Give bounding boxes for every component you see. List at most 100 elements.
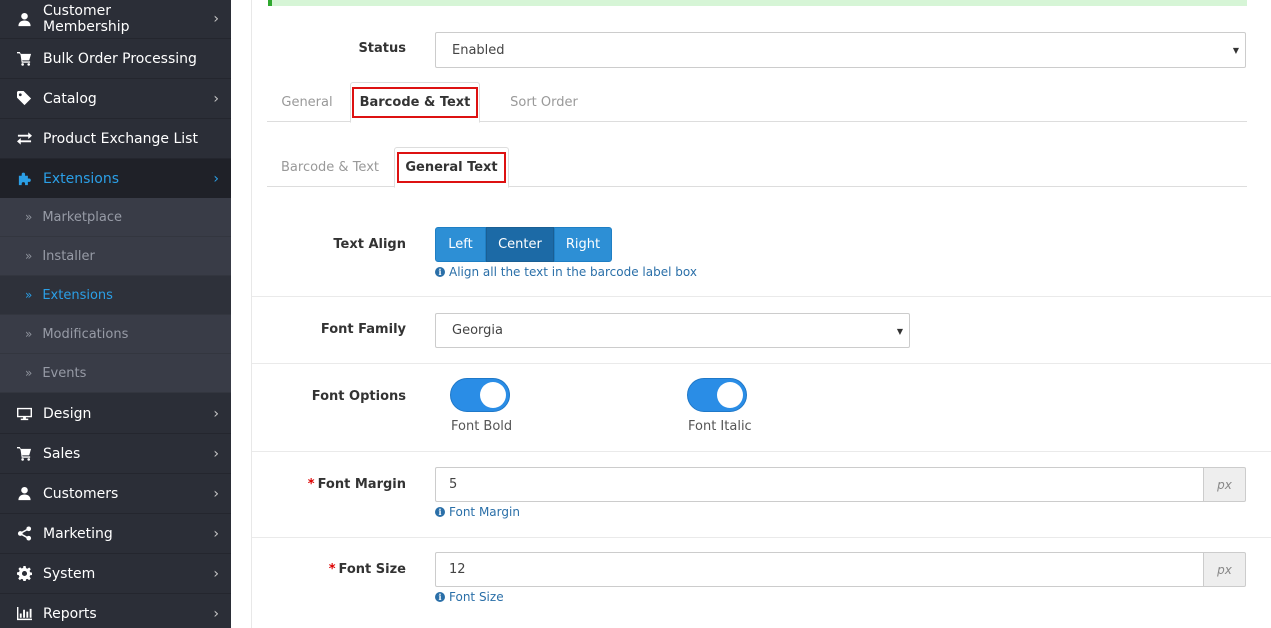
sidebar-subitem-label: Marketplace (42, 209, 123, 225)
font-margin-help: i Font Margin (435, 505, 520, 519)
monitor-icon (16, 406, 32, 422)
sidebar-item-label: Customers (43, 485, 119, 502)
sidebar-subitem-extensions[interactable]: » Extensions (0, 276, 231, 315)
font-margin-label-text: Font Margin (317, 477, 406, 492)
font-margin-label: * Font Margin (252, 477, 406, 492)
text-align-help-text: Align all the text in the barcode label … (449, 265, 697, 279)
sidebar-item-design[interactable]: Design › (0, 394, 231, 434)
info-icon: i (435, 267, 445, 277)
sidebar-item-catalog[interactable]: Catalog › (0, 79, 231, 119)
font-size-input-group: 12 px (435, 552, 1246, 587)
sidebar-subitem-modifications[interactable]: » Modifications (0, 315, 231, 354)
sub-tabs: Barcode & Text General Text (267, 147, 1247, 188)
sidebar-item-reports[interactable]: Reports › (0, 594, 231, 628)
tab-general[interactable]: General (267, 82, 347, 122)
status-select-value: Enabled (452, 42, 505, 58)
tab-barcode-text-label: Barcode & Text (351, 87, 479, 118)
sidebar-subitem-label: Extensions (42, 287, 113, 303)
required-asterisk: * (307, 477, 315, 492)
sidebar-subitem-installer[interactable]: » Installer (0, 237, 231, 276)
sidebar-item-label: Customer Membership (43, 3, 130, 35)
sidebar-item-marketing[interactable]: Marketing › (0, 514, 231, 554)
sidebar-subitem-events[interactable]: » Events (0, 354, 231, 393)
info-icon: i (435, 507, 445, 517)
sidebar-item-customer-membership[interactable]: Customer Membership › (0, 0, 231, 39)
puzzle-icon (16, 171, 32, 187)
success-alert (268, 0, 1247, 6)
sidebar-item-label: Product Exchange List (43, 130, 198, 147)
subtab-barcode-text[interactable]: Barcode & Text (267, 147, 393, 187)
sidebar-item-label: Bulk Order Processing (43, 50, 197, 67)
main-tabs: General Barcode & Text Sort Order (267, 82, 1247, 123)
share-icon (16, 526, 32, 542)
sidebar-subitem-label: Installer (42, 248, 95, 264)
align-left-button[interactable]: Left (435, 227, 486, 262)
chevron-down-icon: › (213, 170, 219, 187)
subtab-general-text-label: General Text (397, 152, 506, 183)
row-divider (252, 363, 1271, 364)
user-icon (16, 11, 32, 27)
subtab-general-text[interactable]: General Text (394, 147, 509, 188)
double-chevron-icon: » (25, 327, 33, 341)
double-chevron-icon: » (25, 288, 33, 302)
sidebar-item-bulk-order-processing[interactable]: Bulk Order Processing (0, 39, 231, 79)
double-chevron-icon: » (25, 366, 33, 380)
align-right-button[interactable]: Right (554, 227, 612, 262)
sidebar-item-product-exchange-list[interactable]: Product Exchange List (0, 119, 231, 159)
font-italic-toggle[interactable] (687, 378, 747, 412)
sidebar-item-label: System (43, 565, 96, 582)
row-divider (252, 451, 1271, 452)
sidebar-item-customers[interactable]: Customers › (0, 474, 231, 514)
font-size-input[interactable]: 12 (435, 552, 1204, 587)
font-family-label: Font Family (320, 322, 406, 337)
info-icon: i (435, 592, 445, 602)
exchange-icon (16, 131, 32, 147)
sidebar-item-system[interactable]: System › (0, 554, 231, 594)
double-chevron-icon: » (25, 210, 33, 224)
double-chevron-icon: » (25, 249, 33, 263)
font-size-label-text: Font Size (338, 562, 406, 577)
sidebar: Customer Membership › Bulk Order Process… (0, 0, 231, 628)
font-margin-input-group: 5 px (435, 467, 1246, 502)
font-size-help-text: Font Size (449, 590, 504, 604)
row-divider (252, 296, 1271, 297)
chevron-right-icon: › (213, 445, 219, 462)
font-bold-label: Font Bold (451, 419, 513, 434)
bar-chart-icon (16, 606, 32, 622)
font-family-select[interactable]: Georgia ▼ (435, 313, 910, 348)
font-margin-input[interactable]: 5 (435, 467, 1204, 502)
font-margin-help-text: Font Margin (449, 505, 520, 519)
chevron-right-icon: › (213, 90, 219, 107)
user-icon (16, 486, 32, 502)
sidebar-item-label: Extensions (43, 170, 120, 187)
toggle-knob (717, 382, 743, 408)
sidebar-subitem-label: Events (42, 365, 87, 381)
align-center-button[interactable]: Center (486, 227, 554, 262)
chevron-right-icon: › (213, 485, 219, 502)
caret-down-icon: ▼ (1232, 46, 1239, 55)
tab-sort-order[interactable]: Sort Order (492, 82, 596, 122)
chevron-right-icon: › (213, 405, 219, 422)
tag-icon (16, 91, 32, 107)
sidebar-item-label: Sales (43, 445, 81, 462)
sidebar-item-sales[interactable]: Sales › (0, 434, 231, 474)
text-align-label: Text Align (333, 237, 406, 252)
chevron-right-icon: › (213, 11, 219, 27)
font-bold-toggle[interactable] (450, 378, 510, 412)
chevron-right-icon: › (213, 565, 219, 582)
chevron-right-icon: › (213, 605, 219, 622)
caret-down-icon: ▼ (896, 327, 903, 336)
sidebar-item-label: Reports (43, 605, 97, 622)
font-family-select-value: Georgia (452, 323, 503, 338)
toggle-knob (480, 382, 506, 408)
cart-icon (16, 446, 32, 462)
status-select[interactable]: Enabled ▼ (435, 32, 1246, 68)
text-align-button-group: Left Center Right (435, 227, 612, 262)
status-label: Status (358, 41, 406, 56)
sidebar-subitem-marketplace[interactable]: » Marketplace (0, 198, 231, 237)
sidebar-item-extensions[interactable]: Extensions › (0, 159, 231, 199)
row-divider (252, 537, 1271, 538)
sidebar-subitem-label: Modifications (42, 326, 129, 342)
required-asterisk: * (328, 562, 336, 577)
tab-barcode-text[interactable]: Barcode & Text (350, 82, 480, 123)
